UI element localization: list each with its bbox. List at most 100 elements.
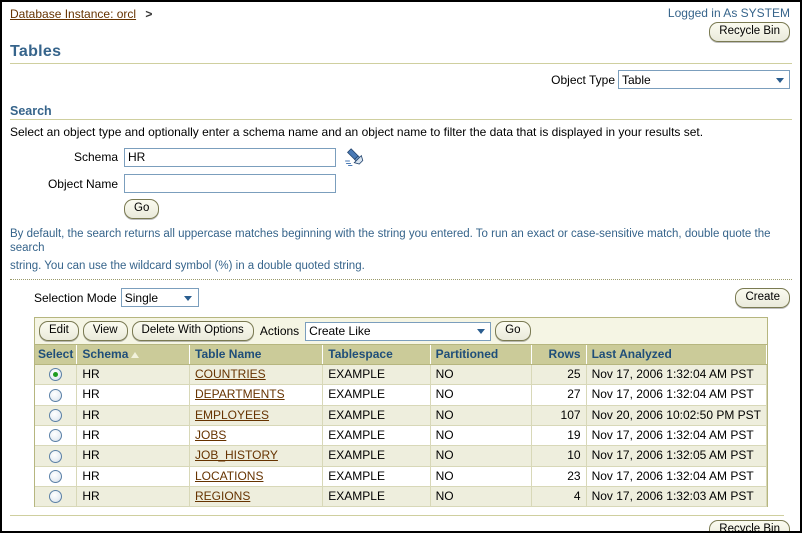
recycle-bin-button-top[interactable]: Recycle Bin: [709, 22, 790, 42]
row-schema: HR: [77, 486, 190, 506]
row-tablespace: EXAMPLE: [323, 446, 430, 466]
row-table-name[interactable]: LOCATIONS: [190, 466, 323, 486]
search-divider: [10, 119, 792, 120]
search-go-button[interactable]: Go: [124, 199, 159, 219]
schema-input[interactable]: [124, 148, 336, 167]
row-select-cell[interactable]: [35, 466, 77, 486]
selection-mode-row: Selection Mode Single Create: [10, 288, 792, 312]
results-toolbar: Edit View Delete With Options Actions Cr…: [35, 318, 767, 345]
object-type-selected-value: Table: [622, 73, 651, 87]
row-table-name[interactable]: JOB_HISTORY: [190, 446, 323, 466]
row-select-cell[interactable]: [35, 425, 77, 445]
table-row[interactable]: HR REGIONS EXAMPLE NO 4 Nov 17, 2006 1:3…: [35, 486, 767, 506]
row-select-cell[interactable]: [35, 446, 77, 466]
breadcrumb-link-database-instance[interactable]: Database Instance: orcl: [10, 7, 136, 21]
row-radio[interactable]: [49, 429, 62, 442]
table-name-link[interactable]: REGIONS: [195, 489, 250, 503]
logged-in-status: Logged in As SYSTEM: [668, 6, 790, 20]
create-button[interactable]: Create: [735, 288, 790, 308]
create-button-wrap[interactable]: Create: [735, 288, 790, 308]
column-header-tablespace[interactable]: Tablespace: [323, 345, 430, 365]
chevron-down-icon[interactable]: [473, 325, 488, 339]
row-partitioned: NO: [430, 425, 532, 445]
object-name-label: Object Name: [10, 177, 124, 191]
row-radio[interactable]: [49, 470, 62, 483]
table-row[interactable]: HR EMPLOYEES EXAMPLE NO 107 Nov 20, 2006…: [35, 405, 767, 425]
chevron-down-icon[interactable]: [772, 73, 787, 87]
row-table-name[interactable]: JOBS: [190, 425, 323, 445]
object-name-field-row: Object Name: [10, 174, 792, 193]
row-rows: 23: [532, 466, 586, 486]
column-header-rows[interactable]: Rows: [532, 345, 586, 365]
row-schema: HR: [77, 405, 190, 425]
recycle-bin-button-top-label[interactable]: Recycle Bin: [709, 22, 790, 42]
table-name-link[interactable]: JOB_HISTORY: [195, 448, 278, 462]
row-radio[interactable]: [49, 450, 62, 463]
column-header-table-name[interactable]: Table Name: [190, 345, 323, 365]
actions-select[interactable]: Create Like: [305, 322, 491, 341]
application-window: Database Instance: orcl > Logged in As S…: [0, 0, 802, 533]
row-radio[interactable]: [49, 409, 62, 422]
row-partitioned: NO: [430, 365, 532, 385]
row-partitioned: NO: [430, 466, 532, 486]
row-tablespace: EXAMPLE: [323, 365, 430, 385]
row-last-analyzed: Nov 17, 2006 1:32:04 AM PST: [586, 365, 766, 385]
breadcrumb-separator: >: [145, 7, 152, 21]
column-header-schema[interactable]: Schema: [77, 345, 190, 365]
row-table-name[interactable]: DEPARTMENTS: [190, 385, 323, 405]
table-name-link[interactable]: LOCATIONS: [195, 469, 263, 483]
row-schema: HR: [77, 425, 190, 445]
flashlight-icon[interactable]: [344, 146, 366, 168]
row-table-name[interactable]: COUNTRIES: [190, 365, 323, 385]
table-name-link[interactable]: EMPLOYEES: [195, 408, 269, 422]
search-description: Select an object type and optionally ent…: [10, 125, 792, 139]
column-header-schema-label: Schema: [82, 347, 128, 361]
top-bar: Database Instance: orcl > Logged in As S…: [10, 2, 792, 29]
table-row[interactable]: HR JOB_HISTORY EXAMPLE NO 10 Nov 17, 200…: [35, 446, 767, 466]
column-header-last-analyzed[interactable]: Last Analyzed: [586, 345, 766, 365]
row-select-cell[interactable]: [35, 365, 77, 385]
row-rows: 27: [532, 385, 586, 405]
row-table-name[interactable]: REGIONS: [190, 486, 323, 506]
table-row[interactable]: HR COUNTRIES EXAMPLE NO 25 Nov 17, 2006 …: [35, 365, 767, 385]
table-row[interactable]: HR JOBS EXAMPLE NO 19 Nov 17, 2006 1:32:…: [35, 425, 767, 445]
object-name-input[interactable]: [124, 174, 336, 193]
table-name-link[interactable]: COUNTRIES: [195, 367, 266, 381]
search-go-row: Go: [10, 199, 792, 219]
sort-ascending-icon[interactable]: [131, 352, 139, 358]
row-select-cell[interactable]: [35, 486, 77, 506]
row-tablespace: EXAMPLE: [323, 425, 430, 445]
edit-button[interactable]: Edit: [39, 321, 79, 341]
row-tablespace: EXAMPLE: [323, 405, 430, 425]
row-radio[interactable]: [49, 389, 62, 402]
delete-with-options-button[interactable]: Delete With Options: [132, 321, 254, 341]
column-header-partitioned[interactable]: Partitioned: [430, 345, 532, 365]
row-rows: 10: [532, 446, 586, 466]
row-schema: HR: [77, 365, 190, 385]
row-table-name[interactable]: EMPLOYEES: [190, 405, 323, 425]
page-title: Tables: [10, 43, 792, 61]
table-name-link[interactable]: DEPARTMENTS: [195, 387, 285, 401]
row-partitioned: NO: [430, 385, 532, 405]
selection-mode-label: Selection Mode: [34, 291, 117, 305]
row-select-cell[interactable]: [35, 405, 77, 425]
table-row[interactable]: HR LOCATIONS EXAMPLE NO 23 Nov 17, 2006 …: [35, 466, 767, 486]
column-header-select[interactable]: Select: [35, 345, 77, 365]
row-select-cell[interactable]: [35, 385, 77, 405]
chevron-down-icon[interactable]: [181, 291, 196, 305]
actions-go-button[interactable]: Go: [495, 321, 530, 341]
object-type-select[interactable]: Table: [618, 70, 790, 89]
row-rows: 107: [532, 405, 586, 425]
selection-mode-select[interactable]: Single: [121, 288, 199, 307]
table-row[interactable]: HR DEPARTMENTS EXAMPLE NO 27 Nov 17, 200…: [35, 385, 767, 405]
view-button[interactable]: View: [83, 321, 128, 341]
search-heading: Search: [10, 104, 792, 118]
dotted-divider: [10, 279, 792, 280]
selection-mode-selected-value: Single: [125, 291, 158, 305]
row-last-analyzed: Nov 17, 2006 1:32:05 AM PST: [586, 446, 766, 466]
recycle-bin-button-bottom-label[interactable]: Recycle Bin: [709, 520, 790, 533]
table-name-link[interactable]: JOBS: [195, 428, 226, 442]
row-radio-selected[interactable]: [49, 368, 62, 381]
row-radio[interactable]: [49, 490, 62, 503]
recycle-bin-button-bottom[interactable]: Recycle Bin: [709, 520, 790, 533]
